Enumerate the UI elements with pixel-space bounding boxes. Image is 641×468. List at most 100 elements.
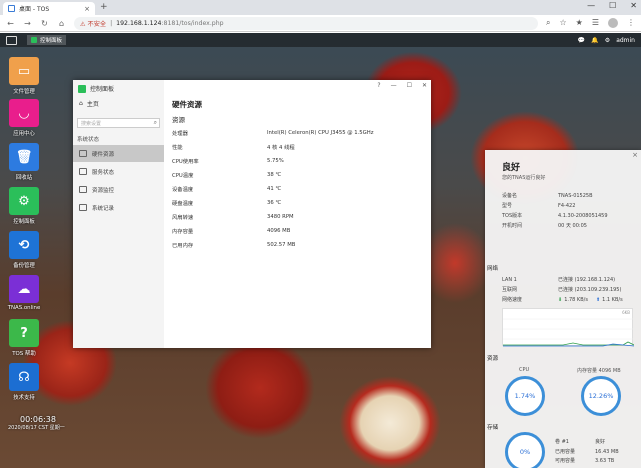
sidebar-item-home[interactable]: ⌂ 主页: [79, 99, 99, 108]
tab-title: 桌面 - TOS: [19, 6, 50, 13]
memory-value: 12.26%: [588, 392, 614, 400]
taskbar-control-panel[interactable]: 控制面板: [27, 35, 67, 45]
storage-gauge: 0%: [505, 432, 545, 468]
desktop-icon-tech-support[interactable]: ☊ 技术支持: [8, 363, 40, 401]
minimize-icon[interactable]: —: [587, 1, 595, 10]
sidebar-item-label: 系统记录: [92, 205, 115, 212]
info-value: Intel(R) Celeron(R) CPU J3455 @ 1.5GHz: [267, 130, 374, 136]
desktop-icon-recycle-bin[interactable]: 🗑 回收站: [8, 143, 40, 181]
network-section-title: 网络: [487, 266, 499, 272]
control-panel-title-icon: [78, 84, 86, 93]
control-panel-content: ? — ☐ ✕ 硬件资源 资源 处理器 Intel(R) Celeron(R) C…: [164, 80, 431, 348]
chat-icon[interactable]: 💬: [578, 37, 585, 44]
desktop-icon-label: TOS 帮助: [12, 351, 36, 357]
info-key: 开机时间: [502, 223, 523, 229]
info-value: 4096 MB: [267, 228, 291, 234]
desktop-icon-tos-help[interactable]: ? TOS 帮助: [8, 319, 40, 357]
url-field[interactable]: ⚠ 不安全 | 192.168.1.124:8181/tos/index.php: [74, 16, 538, 30]
desktop-icon-app-center[interactable]: ◡ 应用中心: [8, 99, 40, 137]
forward-icon[interactable]: →: [23, 19, 32, 28]
device-info-row: TOS版本 4.1.30-2008051459: [502, 211, 632, 220]
url-host: 192.168.1.124: [116, 19, 162, 27]
favorites-icon[interactable]: ★: [576, 18, 583, 28]
app-store-bag-icon: ◡: [9, 99, 39, 127]
network-speed-graph: 6KB: [502, 308, 635, 347]
backup-clock-icon: ⟲: [9, 231, 39, 259]
clock-date: 2020/08/17 CST 星期一: [8, 425, 65, 431]
cpu-value: 1.74%: [514, 392, 536, 400]
minimize-icon[interactable]: —: [391, 82, 397, 89]
headset-icon: ☊: [9, 363, 39, 391]
info-key: TOS版本: [502, 213, 523, 219]
reload-icon[interactable]: ↻: [40, 19, 49, 28]
settings-search-input[interactable]: 搜索设置 ⌕: [77, 118, 160, 128]
zoom-icon[interactable]: ⌕: [546, 18, 550, 28]
info-row: 已用内存 502.57 MB: [172, 239, 422, 251]
close-window-icon[interactable]: ✕: [630, 1, 637, 10]
close-tab-icon[interactable]: ×: [84, 5, 90, 13]
desktop-icon-label: 应用中心: [13, 131, 35, 137]
notification-bell-icon[interactable]: 🔔: [591, 37, 598, 44]
user-menu[interactable]: admin: [616, 37, 635, 44]
new-tab-button[interactable]: +: [100, 2, 108, 12]
services-icon: [79, 168, 87, 175]
close-icon[interactable]: ✕: [422, 82, 427, 89]
info-key: 型号: [502, 203, 513, 209]
desktop-icon-control-panel[interactable]: ⚙ 控制面板: [8, 187, 40, 225]
browser-tabbar: 桌面 - TOS × + — ☐ ✕: [0, 0, 641, 15]
info-value: 41 ℃: [267, 186, 282, 192]
network-row: LAN 1 已连接 (192.168.1.124): [502, 275, 632, 284]
browser-tab[interactable]: 桌面 - TOS ×: [3, 2, 95, 15]
log-icon: [79, 204, 87, 211]
info-value: 良好: [595, 439, 606, 445]
taskbar-app-label: 控制面板: [40, 38, 63, 44]
sidebar-section-title: 系统状态: [77, 137, 100, 143]
search-icon[interactable]: ⌕: [154, 119, 157, 127]
window-title: 控制面板: [78, 84, 114, 93]
maximize-icon[interactable]: ☐: [609, 1, 616, 10]
sidebar-item-services[interactable]: 服务状态: [73, 163, 164, 180]
help-icon[interactable]: ?: [377, 82, 380, 89]
maximize-icon[interactable]: ☐: [407, 82, 412, 89]
info-row: 硬盘温度 36 ℃: [172, 197, 422, 209]
info-key: CPU使用率: [172, 159, 199, 165]
info-key: LAN 1: [502, 276, 517, 283]
desktop-icon-label: 文件管理: [13, 89, 35, 95]
desktop-icon-label: 控制面板: [13, 219, 35, 225]
address-bar-icons: ⌕ ☆ ★ ☰ ⋮: [546, 18, 635, 28]
info-key: 已用容量: [555, 449, 576, 455]
sidebar-item-label: 主页: [86, 101, 99, 108]
info-value: 00 天 00:05: [558, 223, 587, 229]
info-value: 5.75%: [267, 158, 284, 164]
back-icon[interactable]: ←: [6, 19, 15, 28]
cpu-label: CPU: [519, 367, 530, 373]
sidebar-item-resource-monitor[interactable]: 资源监控: [73, 181, 164, 198]
collections-icon[interactable]: ☰: [592, 18, 599, 28]
desktop-clock: 00:06:38 2020/08/17 CST 星期一: [8, 415, 65, 431]
control-panel-window: 控制面板 ⌂ 主页 搜索设置 ⌕ 系统状态 硬件资源 服务状态 资源监控 系统记…: [73, 80, 431, 348]
sidebar-item-hardware[interactable]: 硬件资源: [73, 145, 164, 162]
info-value: 已连接 (192.168.1.124): [558, 277, 616, 283]
folder-icon: ▭: [9, 57, 39, 85]
desktop-icon-label: TNAS.online: [7, 305, 41, 311]
sidebar-item-system-log[interactable]: 系统记录: [73, 199, 164, 216]
profile-avatar-icon[interactable]: [608, 18, 618, 28]
desktop-icon-file-manager[interactable]: ▭ 文件管理: [8, 57, 40, 95]
start-menu-icon[interactable]: [6, 35, 17, 45]
not-secure-label[interactable]: ⚠ 不安全: [80, 19, 106, 28]
desktop-icon-backup[interactable]: ⟲ 备份管理: [8, 231, 40, 269]
info-row: CPU温度 38 ℃: [172, 169, 422, 181]
url-path: :8181/tos/index.php: [161, 19, 224, 27]
device-info-row: 开机时间 00 天 00:05: [502, 221, 632, 230]
settings-gear-icon[interactable]: ⚙: [605, 37, 610, 44]
panel-window-controls: ? — ☐ ✕: [377, 82, 427, 89]
close-widget-icon[interactable]: ×: [632, 151, 638, 159]
memory-label: 内存容量 4096 MB: [577, 368, 621, 374]
desktop-icon-label: 回收站: [15, 175, 33, 181]
home-icon[interactable]: ⌂: [57, 19, 66, 28]
bookmark-star-icon[interactable]: ☆: [559, 18, 566, 28]
browser-menu-icon[interactable]: ⋮: [627, 18, 635, 28]
info-value: 36 ℃: [267, 200, 282, 206]
desktop-icon-tnas-online[interactable]: ☁ TNAS.online: [8, 275, 40, 311]
info-value: 3480 RPM: [267, 214, 294, 220]
